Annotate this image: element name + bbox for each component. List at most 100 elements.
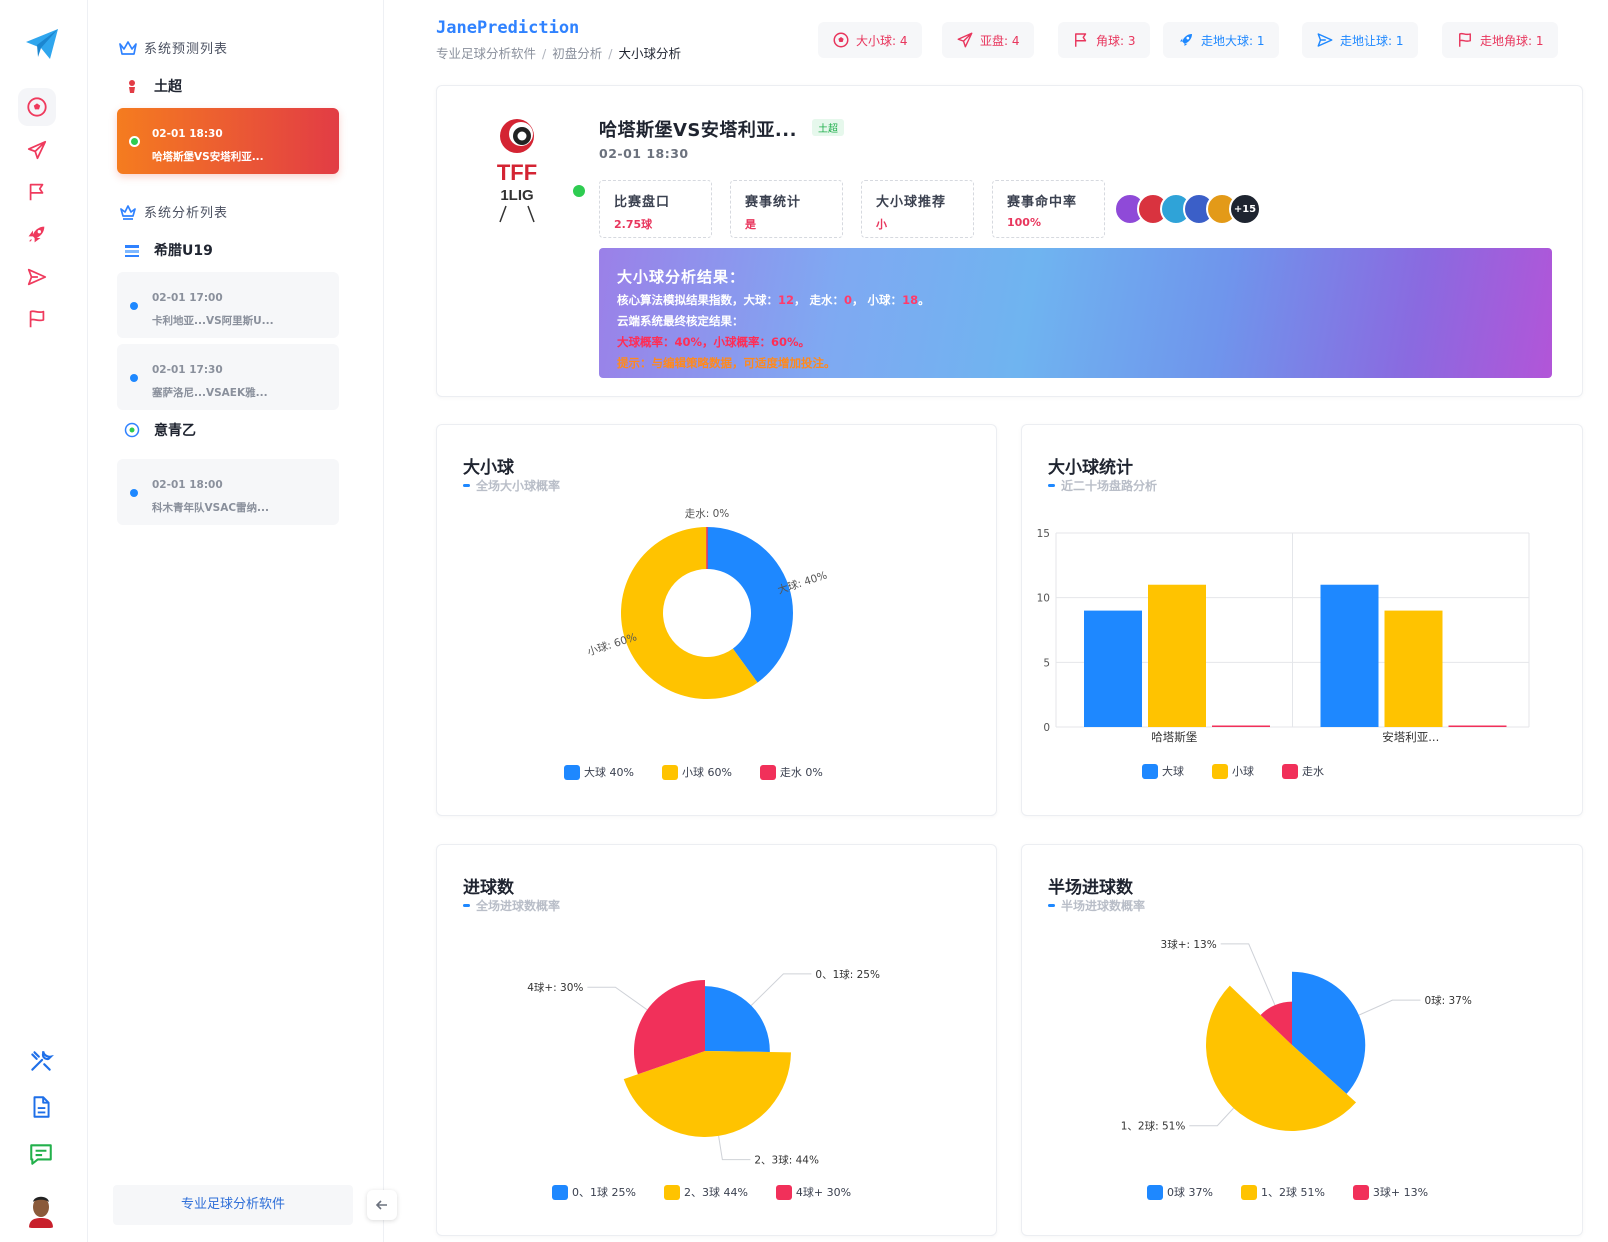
message-icon[interactable] bbox=[28, 1141, 54, 1167]
stat-statistics: 赛事统计 是 bbox=[730, 180, 843, 238]
match-name: 卡利地亚...VS阿里斯U... bbox=[152, 315, 274, 327]
bar[interactable] bbox=[1448, 725, 1507, 728]
legend-label: 小球 bbox=[1232, 765, 1254, 778]
league-header[interactable]: 希腊U19 bbox=[124, 240, 213, 260]
more-avatars-badge[interactable]: +15 bbox=[1229, 193, 1261, 225]
over-under-bar-chart: 0 5 10 15 哈塔斯堡 安塔利亚... bbox=[1037, 528, 1530, 744]
paper-plane-logo-icon[interactable] bbox=[24, 26, 60, 62]
chip-live-corners[interactable]: 走地角球: 1 bbox=[1442, 22, 1558, 58]
slice-label: 2、3球: 44% bbox=[754, 1154, 819, 1167]
legend-item[interactable]: 小球 bbox=[1212, 763, 1254, 779]
legend-item[interactable]: 大球 bbox=[1142, 763, 1184, 779]
bar[interactable] bbox=[1320, 584, 1379, 727]
slice-label: 1、2球: 51% bbox=[1121, 1120, 1186, 1133]
tools-icon[interactable] bbox=[28, 1048, 54, 1074]
chip-asian-handicap[interactable]: 亚盘: 4 bbox=[942, 22, 1034, 58]
league-name: 希腊U19 bbox=[154, 243, 213, 259]
chip-over-under[interactable]: 大小球: 4 bbox=[818, 22, 922, 58]
rocket-icon bbox=[1180, 34, 1192, 46]
match-item[interactable]: 02-01 17:30 塞萨洛尼...VSAEK雅... bbox=[117, 344, 339, 410]
chip-label: 走地让球: 1 bbox=[1340, 33, 1404, 48]
send-icon bbox=[27, 140, 47, 160]
legend-item[interactable]: 走水 bbox=[1282, 763, 1324, 779]
league-logo-icon bbox=[124, 422, 140, 438]
legend-item[interactable]: 2、3球 44% bbox=[663, 1184, 748, 1200]
bar[interactable] bbox=[1212, 725, 1270, 728]
half-goals-rose-chart: 0球: 37% 1、2球: 51% 3球+: 13% bbox=[1121, 938, 1472, 1133]
nav-flag[interactable] bbox=[18, 173, 56, 211]
legend-swatch bbox=[1240, 1184, 1257, 1200]
legend-item[interactable]: 4球+ 30% bbox=[775, 1184, 851, 1200]
result-heading: 大小球分析结果： bbox=[617, 268, 746, 286]
legend-swatch bbox=[1352, 1184, 1369, 1200]
match-time: 02-01 18:30 bbox=[152, 128, 223, 140]
status-dot bbox=[130, 302, 138, 310]
legend-swatch bbox=[759, 764, 776, 780]
result-line-probability: 大球概率：40%，小球概率：60%。 bbox=[617, 335, 811, 349]
league-header[interactable]: 土超 bbox=[124, 76, 182, 96]
legend-label: 1、2球 51% bbox=[1260, 1186, 1325, 1199]
nav-send[interactable] bbox=[18, 131, 56, 169]
avatar[interactable] bbox=[26, 1190, 56, 1228]
chip-corners[interactable]: 角球: 3 bbox=[1058, 22, 1150, 58]
stat-label: 赛事命中率 bbox=[1007, 195, 1078, 210]
team-logo: TFF 1LIG bbox=[497, 119, 537, 223]
bar[interactable] bbox=[1084, 610, 1142, 727]
legend-item[interactable]: 大球 40% bbox=[564, 764, 634, 780]
status-dot bbox=[130, 374, 138, 382]
legend-swatch bbox=[1147, 1184, 1163, 1200]
document-icon[interactable] bbox=[28, 1094, 54, 1120]
sidebar-footer-link[interactable]: 专业足球分析软件 bbox=[113, 1185, 353, 1225]
nav-flag-outline[interactable] bbox=[18, 300, 56, 338]
queen-crown-icon bbox=[120, 204, 136, 220]
legend-swatch bbox=[1282, 763, 1298, 779]
breadcrumb-item[interactable]: 初盘分析 bbox=[552, 46, 602, 61]
stat-recommendation: 大小球推荐 小 bbox=[861, 180, 974, 238]
stat-value: 小 bbox=[876, 218, 887, 231]
legend-item[interactable]: 3球+ 13% bbox=[1352, 1184, 1428, 1200]
collapse-sidebar-button[interactable] bbox=[367, 1190, 397, 1220]
bar[interactable] bbox=[1384, 610, 1443, 727]
stat-value: 2.75球 bbox=[614, 218, 653, 231]
match-time: 02-01 18:00 bbox=[152, 479, 223, 491]
nav-soccer[interactable] bbox=[18, 88, 56, 126]
chart-card-over-under-stats: 大小球统计 近二十场盘路分析 0 5 10 15 哈塔斯堡 安塔利亚... 大球 小球 走水 bbox=[1021, 424, 1583, 816]
chip-label: 大小球: 4 bbox=[856, 33, 908, 48]
match-panel: TFF 1LIG 哈塔斯堡VS安塔利亚... 土超 02-01 18:30 比赛… bbox=[436, 85, 1583, 397]
league-name: 土超 bbox=[154, 79, 182, 95]
match-item[interactable]: 02-01 17:00 卡利地亚...VS阿里斯U... bbox=[117, 272, 339, 338]
legend-item[interactable]: 0、1球 25% bbox=[552, 1184, 636, 1200]
nav-rocket[interactable] bbox=[18, 215, 56, 253]
match-item[interactable]: 02-01 18:00 科木青年队VSAC雷纳... bbox=[117, 459, 339, 525]
legend-swatch bbox=[552, 1184, 568, 1200]
rose-slice[interactable] bbox=[705, 986, 770, 1053]
nav-send-fast[interactable] bbox=[18, 258, 56, 296]
league-badge: 土超 bbox=[812, 119, 844, 136]
legend-swatch bbox=[564, 764, 580, 780]
legend-item[interactable]: 小球 60% bbox=[661, 764, 732, 780]
match-item-active[interactable]: 02-01 18:30 哈塔斯堡VS安塔利亚... bbox=[117, 108, 339, 174]
breadcrumb-item[interactable]: 专业足球分析软件 bbox=[436, 46, 536, 61]
match-time: 02-01 18:30 bbox=[599, 146, 689, 161]
logo-sub: 1LIG bbox=[500, 187, 533, 204]
legend-item[interactable]: 0球 37% bbox=[1147, 1184, 1213, 1200]
legend-label: 小球 60% bbox=[681, 766, 732, 779]
stat-value: 是 bbox=[745, 218, 756, 231]
goals-rose-chart: 0、1球: 25% 2、3球: 44% 4球+: 30% bbox=[527, 968, 880, 1167]
chip-live-over[interactable]: 走地大球: 1 bbox=[1163, 22, 1279, 58]
icon-rail bbox=[0, 0, 88, 1242]
result-line-tip: 提示：与编辑策略数据，可适度增加投注。 bbox=[617, 356, 836, 370]
arrow-left-icon bbox=[375, 1200, 387, 1210]
chart-card-over-under: 大小球 全场大小球概率 大球: 40% 小球: 60% 走水: 0% 大球 40% 小… bbox=[436, 424, 997, 816]
legend-item[interactable]: 走水 0% bbox=[759, 764, 823, 780]
bar[interactable] bbox=[1148, 584, 1206, 727]
live-status-dot bbox=[573, 185, 585, 197]
chip-label: 走地大球: 1 bbox=[1201, 33, 1265, 48]
legend-item[interactable]: 1、2球 51% bbox=[1240, 1184, 1325, 1200]
legend-swatch bbox=[1142, 763, 1158, 779]
chip-live-handicap[interactable]: 走地让球: 1 bbox=[1302, 22, 1418, 58]
league-logo-icon bbox=[125, 245, 139, 257]
chip-label: 亚盘: 4 bbox=[980, 33, 1020, 48]
league-header[interactable]: 意青乙 bbox=[124, 420, 196, 440]
brand-title[interactable]: JanePrediction bbox=[436, 18, 579, 38]
